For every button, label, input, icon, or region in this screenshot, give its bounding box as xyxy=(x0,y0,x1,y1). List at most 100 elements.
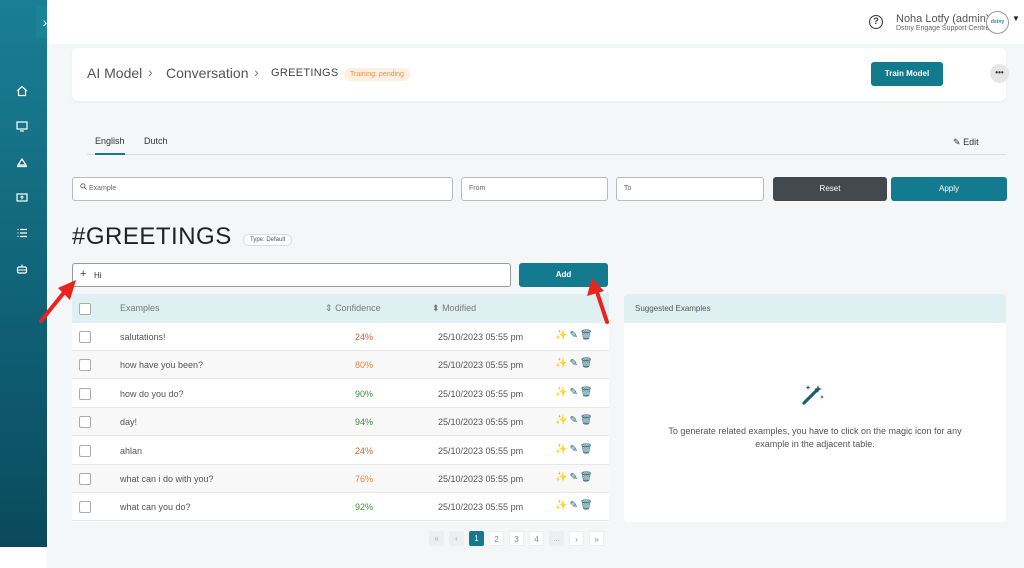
pagination-page-4[interactable]: 4 xyxy=(529,531,544,546)
trash-icon[interactable]: 🗑 xyxy=(580,358,595,369)
table-row: what can you do? 92% 25/10/2023 05:55 pm ✨✎… xyxy=(72,493,609,522)
confidence-value: 90% xyxy=(354,388,373,399)
to-date-input[interactable]: To xyxy=(616,177,764,201)
edit-button[interactable]: ✎ Edit xyxy=(953,137,979,148)
confidence-value: 24% xyxy=(354,332,373,342)
breadcrumb-current: GREETINGS xyxy=(271,67,339,79)
table-row: how have you been? 80% 25/10/2023 05:55 pm… xyxy=(72,351,609,380)
reset-button[interactable]: Reset xyxy=(773,177,887,201)
home-icon[interactable] xyxy=(12,84,32,102)
magic-wand-icon[interactable]: ✨ xyxy=(555,472,569,483)
apply-button[interactable]: Apply xyxy=(891,177,1007,201)
top-bar: ? Noha Lotfy (admin) Dstny Engage Suppor… xyxy=(47,0,1024,44)
pencil-icon[interactable]: ✎ xyxy=(569,358,579,369)
modified-date: 25/10/2023 05:55 pm xyxy=(438,360,524,371)
pagination-page-3[interactable]: 3 xyxy=(509,531,524,546)
example-text[interactable]: what can i do with you? xyxy=(120,474,214,484)
magic-wand-icon[interactable]: ✨ xyxy=(555,444,569,455)
user-organization: Dstny Engage Support Centre xyxy=(896,25,990,32)
pencil-icon[interactable]: ✎ xyxy=(569,330,579,341)
trash-icon[interactable]: 🗑 xyxy=(580,500,595,511)
pagination-next[interactable]: › xyxy=(569,531,584,546)
pencil-icon[interactable]: ✎ xyxy=(569,500,579,511)
from-date-input[interactable]: From xyxy=(461,177,608,201)
breadcrumb-ai-model[interactable]: AI Model xyxy=(87,65,142,81)
pencil-icon[interactable]: ✎ xyxy=(569,387,579,398)
row-actions: ✨✎🗑 xyxy=(555,358,595,369)
row-checkbox[interactable] xyxy=(79,473,91,485)
annotation-arrow-left xyxy=(39,280,76,323)
magic-wand-icon[interactable]: ✨ xyxy=(555,500,569,511)
magic-wand-icon[interactable]: ✨ xyxy=(555,358,569,369)
status-badge: Training: pending xyxy=(344,68,410,81)
magic-wand-icon[interactable]: ✨ xyxy=(555,415,569,426)
triangle-icon[interactable] xyxy=(12,155,32,173)
row-checkbox[interactable] xyxy=(79,444,91,457)
row-actions: ✨✎🗑 xyxy=(555,330,595,341)
bot-icon[interactable] xyxy=(12,262,32,280)
modified-date: 25/10/2023 05:55 pm xyxy=(438,445,524,456)
row-checkbox[interactable] xyxy=(79,387,91,400)
trash-icon[interactable]: 🗑 xyxy=(580,472,595,483)
sidebar: › xyxy=(0,0,54,547)
list-icon[interactable] xyxy=(12,226,32,244)
example-text[interactable]: salutations! xyxy=(120,332,166,342)
row-checkbox[interactable] xyxy=(79,359,91,372)
table-row: salutations! 24% 25/10/2023 05:55 pm ✨✎🗑 xyxy=(72,323,609,351)
example-text[interactable]: what can you do? xyxy=(120,502,191,512)
confidence-value: 80% xyxy=(354,360,373,371)
tab-dutch[interactable]: Dutch xyxy=(144,136,168,146)
suggested-title: Suggested Examples xyxy=(635,304,711,313)
trash-icon[interactable]: 🗑 xyxy=(580,444,595,455)
confidence-value: 76% xyxy=(354,474,373,484)
table-row: ahlan 24% 25/10/2023 05:55 pm ✨✎🗑 xyxy=(72,436,609,465)
table-row: what can i do with you? 76% 25/10/2023 05:… xyxy=(72,465,609,493)
train-model-button[interactable]: Train Model xyxy=(871,62,943,86)
pencil-icon[interactable]: ✎ xyxy=(569,472,579,483)
add-example-input[interactable]: + Hi xyxy=(72,263,511,287)
header-examples[interactable]: Examples xyxy=(120,303,160,313)
pagination-page-1[interactable]: 1 xyxy=(469,531,484,546)
pencil-icon[interactable]: ✎ xyxy=(569,415,579,426)
pencil-icon[interactable]: ✎ xyxy=(569,444,579,455)
trash-icon[interactable]: 🗑 xyxy=(580,387,595,398)
breadcrumb-separator: › xyxy=(254,64,259,80)
annotation-arrow-right xyxy=(587,278,609,324)
header-card: AI Model › Conversation › GREETINGS Trai… xyxy=(72,48,1009,101)
magic-wand-icon[interactable]: ✨ xyxy=(555,387,569,398)
header-modified[interactable]: ⬍ Modified xyxy=(432,303,476,314)
breadcrumb-conversation[interactable]: Conversation xyxy=(166,65,249,81)
example-text[interactable]: ahlan xyxy=(120,446,142,456)
row-actions: ✨✎🗑 xyxy=(555,472,595,483)
example-text[interactable]: how have you been? xyxy=(120,360,203,370)
trash-icon[interactable]: 🗑 xyxy=(580,330,595,341)
suggested-examples-panel: Suggested Examples To generate related e… xyxy=(624,294,1006,522)
row-actions: ✨✎🗑 xyxy=(555,500,595,511)
search-icon xyxy=(80,183,89,192)
intent-title: #GREETINGS xyxy=(72,223,232,250)
help-icon[interactable]: ? xyxy=(869,15,883,29)
example-search-input[interactable]: Example xyxy=(72,177,453,201)
table-row: how do you do? 90% 25/10/2023 05:55 pm ✨✎🗑 xyxy=(72,379,609,408)
trash-icon[interactable]: 🗑 xyxy=(580,415,595,426)
row-checkbox[interactable] xyxy=(79,501,91,514)
pagination-page-2[interactable]: 2 xyxy=(489,531,504,546)
folder-upload-icon[interactable] xyxy=(12,190,32,208)
row-checkbox[interactable] xyxy=(79,416,91,429)
avatar[interactable]: dstny xyxy=(986,11,1009,34)
tab-english[interactable]: English xyxy=(95,136,125,155)
confidence-value: 92% xyxy=(354,502,373,513)
more-options-button[interactable]: ••• xyxy=(990,64,1009,83)
example-text[interactable]: how do you do? xyxy=(120,389,184,399)
example-text[interactable]: day! xyxy=(120,417,137,427)
magic-wand-icon[interactable]: ✨ xyxy=(555,330,569,341)
row-checkbox[interactable] xyxy=(79,331,91,343)
pagination-last[interactable]: » xyxy=(589,531,604,546)
pagination-first[interactable]: « xyxy=(429,531,444,546)
monitor-icon[interactable] xyxy=(12,119,32,137)
pagination-prev[interactable]: ‹ xyxy=(449,531,464,546)
chevron-down-icon[interactable]: ▼ xyxy=(1012,14,1020,23)
modified-date: 25/10/2023 05:55 pm xyxy=(438,502,524,513)
header-confidence[interactable]: ⇕ Confidence xyxy=(325,303,381,314)
sort-icon: ⬍ xyxy=(432,303,440,313)
